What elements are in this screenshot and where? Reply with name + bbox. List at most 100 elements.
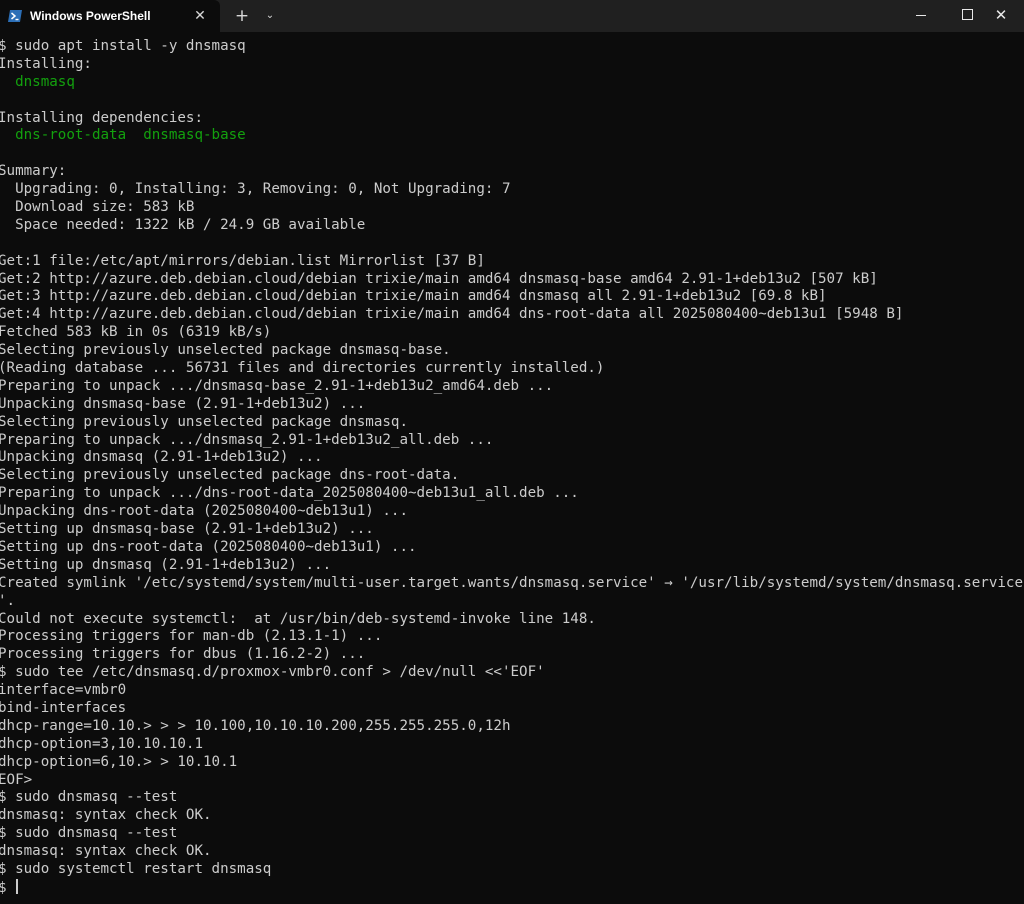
terminal-line: Could not execute systemctl: at /usr/bin… [0, 611, 1024, 629]
terminal-line: interface=vmbr0 [0, 682, 1024, 700]
terminal-line: Selecting previously unselected package … [0, 414, 1024, 432]
title-bar: Windows PowerShell ✕ + ⌄ ✕ [0, 0, 1024, 32]
terminal-line: Preparing to unpack .../dnsmasq_2.91-1+d… [0, 432, 1024, 450]
terminal-line: Installing: [0, 56, 1024, 74]
terminal-line-text: Processing triggers for dbus (1.16.2-2) … [0, 646, 366, 663]
terminal-line-text: Get:2 http://azure.deb.debian.cloud/debi… [0, 270, 878, 287]
terminal-line-text: EOF> [0, 771, 33, 788]
terminal-line: dnsmasq [0, 74, 1024, 92]
terminal-line-text: dhcp-option=6,10.> > 10.10.1 [0, 753, 238, 770]
maximize-icon [961, 9, 973, 20]
terminal-line: Unpacking dnsmasq (2.91-1+deb13u2) ... [0, 449, 1024, 467]
new-tab-button[interactable]: + [230, 4, 254, 28]
terminal-line: Processing triggers for man-db (2.13.1-1… [0, 628, 1024, 646]
terminal-line: Fetched 583 kB in 0s (6319 kB/s) [0, 324, 1024, 342]
terminal-line-text: $ sudo dnsmasq --test [0, 825, 178, 842]
terminal-line-text: Preparing to unpack .../dnsmasq-base_2.9… [0, 377, 554, 394]
terminal-prompt-line: $ [0, 878, 1024, 897]
terminal-line-text: dnsmasq [0, 73, 75, 90]
terminal-line-text: Processing triggers for man-db (2.13.1-1… [0, 628, 383, 645]
terminal-line: Preparing to unpack .../dnsmasq-base_2.9… [0, 378, 1024, 396]
terminal-line-text: Preparing to unpack .../dns-root-data_20… [0, 485, 579, 502]
terminal-line: Setting up dnsmasq (2.91-1+deb13u2) ... [0, 557, 1024, 575]
terminal-line-text: bind-interfaces [0, 699, 127, 716]
terminal-line: (Reading database ... 56731 files and di… [0, 360, 1024, 378]
terminal-line-text: Summary: [0, 163, 67, 180]
terminal-line-text: (Reading database ... 56731 files and di… [0, 360, 605, 377]
terminal-line: bind-interfaces [0, 700, 1024, 718]
terminal-line-text: Selecting previously unselected package … [0, 342, 451, 359]
minimize-button[interactable] [898, 0, 944, 32]
terminal-line-text: dns-root-data dnsmasq-base [0, 127, 246, 144]
terminal-line-text: Installing dependencies: [0, 109, 203, 126]
terminal-line: Setting up dns-root-data (2025080400~deb… [0, 539, 1024, 557]
terminal-line-text: Fetched 583 kB in 0s (6319 kB/s) [0, 324, 272, 341]
terminal-line: Space needed: 1322 kB / 24.9 GB availabl… [0, 217, 1024, 235]
terminal-line: $ sudo apt install -y dnsmasq [0, 38, 1024, 56]
tab-title: Windows PowerShell [30, 9, 151, 23]
terminal-line-text: dnsmasq: syntax check OK. [0, 807, 212, 824]
terminal-line: '. [0, 593, 1024, 611]
terminal-line-text: Selecting previously unselected package … [0, 467, 460, 484]
minimize-icon [916, 14, 926, 16]
terminal-line: Download size: 583 kB [0, 199, 1024, 217]
terminal-line-text: Unpacking dnsmasq (2.91-1+deb13u2) ... [0, 449, 323, 466]
text-cursor [16, 878, 19, 894]
terminal-line: EOF> [0, 772, 1024, 790]
chevron-down-icon[interactable]: ⌄ [260, 4, 280, 28]
close-window-button[interactable]: ✕ [978, 0, 1024, 32]
tab-windows-powershell[interactable]: Windows PowerShell ✕ [0, 0, 220, 32]
terminal-window: Windows PowerShell ✕ + ⌄ ✕ $ sudo apt in… [0, 0, 1024, 904]
terminal-line-text: Setting up dns-root-data (2025080400~deb… [0, 538, 417, 555]
terminal-line: Preparing to unpack .../dns-root-data_20… [0, 485, 1024, 503]
terminal-line-text: Created symlink '/etc/systemd/system/mul… [0, 574, 1023, 591]
terminal-line: Summary: [0, 163, 1024, 181]
terminal-line: Get:1 file:/etc/apt/mirrors/debian.list … [0, 253, 1024, 271]
terminal-line-text: Setting up dnsmasq-base (2.91-1+deb13u2)… [0, 521, 374, 538]
terminal-line-text: Installing: [0, 55, 92, 72]
terminal-line-text: Unpacking dns-root-data (2025080400~deb1… [0, 503, 408, 520]
terminal-line: dhcp-option=6,10.> > 10.10.1 [0, 754, 1024, 772]
terminal-line: dhcp-option=3,10.10.10.1 [0, 736, 1024, 754]
terminal-line-text: Setting up dnsmasq (2.91-1+deb13u2) ... [0, 556, 332, 573]
terminal-line: Processing triggers for dbus (1.16.2-2) … [0, 646, 1024, 664]
terminal-output[interactable]: $ sudo apt install -y dnsmasq Installing:… [0, 38, 1024, 904]
terminal-line-text: dhcp-option=3,10.10.10.1 [0, 735, 203, 752]
terminal-line: $ sudo tee /etc/dnsmasq.d/proxmox-vmbr0.… [0, 664, 1024, 682]
terminal-line-text: '. [0, 592, 16, 609]
powershell-icon [8, 10, 22, 22]
terminal-line-text: Get:4 http://azure.deb.debian.cloud/debi… [0, 306, 904, 323]
terminal-line: $ sudo dnsmasq --test [0, 825, 1024, 843]
terminal-line: dns-root-data dnsmasq-base [0, 127, 1024, 145]
terminal-line: Upgrading: 0, Installing: 3, Removing: 0… [0, 181, 1024, 199]
terminal-line: dnsmasq: syntax check OK. [0, 843, 1024, 861]
terminal-line: Get:3 http://azure.deb.debian.cloud/debi… [0, 288, 1024, 306]
terminal-line: Created symlink '/etc/systemd/system/mul… [0, 575, 1024, 593]
terminal-line-text: interface=vmbr0 [0, 682, 127, 699]
terminal-line-text: $ sudo systemctl restart dnsmasq [0, 860, 272, 877]
terminal-line: dhcp-range=10.10.> > > 10.100,10.10.10.2… [0, 718, 1024, 736]
terminal-line-text: Space needed: 1322 kB / 24.9 GB availabl… [0, 216, 366, 233]
terminal-line-text: Get:1 file:/etc/apt/mirrors/debian.list … [0, 252, 485, 269]
terminal-line: Installing dependencies: [0, 110, 1024, 128]
close-tab-icon[interactable]: ✕ [192, 8, 208, 24]
terminal-line: Selecting previously unselected package … [0, 467, 1024, 485]
terminal-line-text: $ sudo apt install -y dnsmasq [0, 38, 246, 54]
terminal-line-text: Unpacking dnsmasq-base (2.91-1+deb13u2) … [0, 395, 366, 412]
terminal-line-text: $ sudo tee /etc/dnsmasq.d/proxmox-vmbr0.… [0, 664, 545, 681]
terminal-line: Unpacking dnsmasq-base (2.91-1+deb13u2) … [0, 396, 1024, 414]
terminal-line: Setting up dnsmasq-base (2.91-1+deb13u2)… [0, 521, 1024, 539]
terminal-line-text: dhcp-range=10.10.> > > 10.100,10.10.10.2… [0, 717, 511, 734]
terminal-line: Selecting previously unselected package … [0, 342, 1024, 360]
terminal-line-text: $ sudo dnsmasq --test [0, 789, 178, 806]
terminal-line-text: Could not execute systemctl: at /usr/bin… [0, 610, 596, 627]
terminal-line: Get:2 http://azure.deb.debian.cloud/debi… [0, 271, 1024, 289]
terminal-line: $ sudo dnsmasq --test [0, 789, 1024, 807]
terminal-line-text: Selecting previously unselected package … [0, 413, 408, 430]
terminal-line-text: Download size: 583 kB [0, 199, 195, 216]
terminal-line-text: Upgrading: 0, Installing: 3, Removing: 0… [0, 181, 511, 198]
terminal-line: Unpacking dns-root-data (2025080400~deb1… [0, 503, 1024, 521]
